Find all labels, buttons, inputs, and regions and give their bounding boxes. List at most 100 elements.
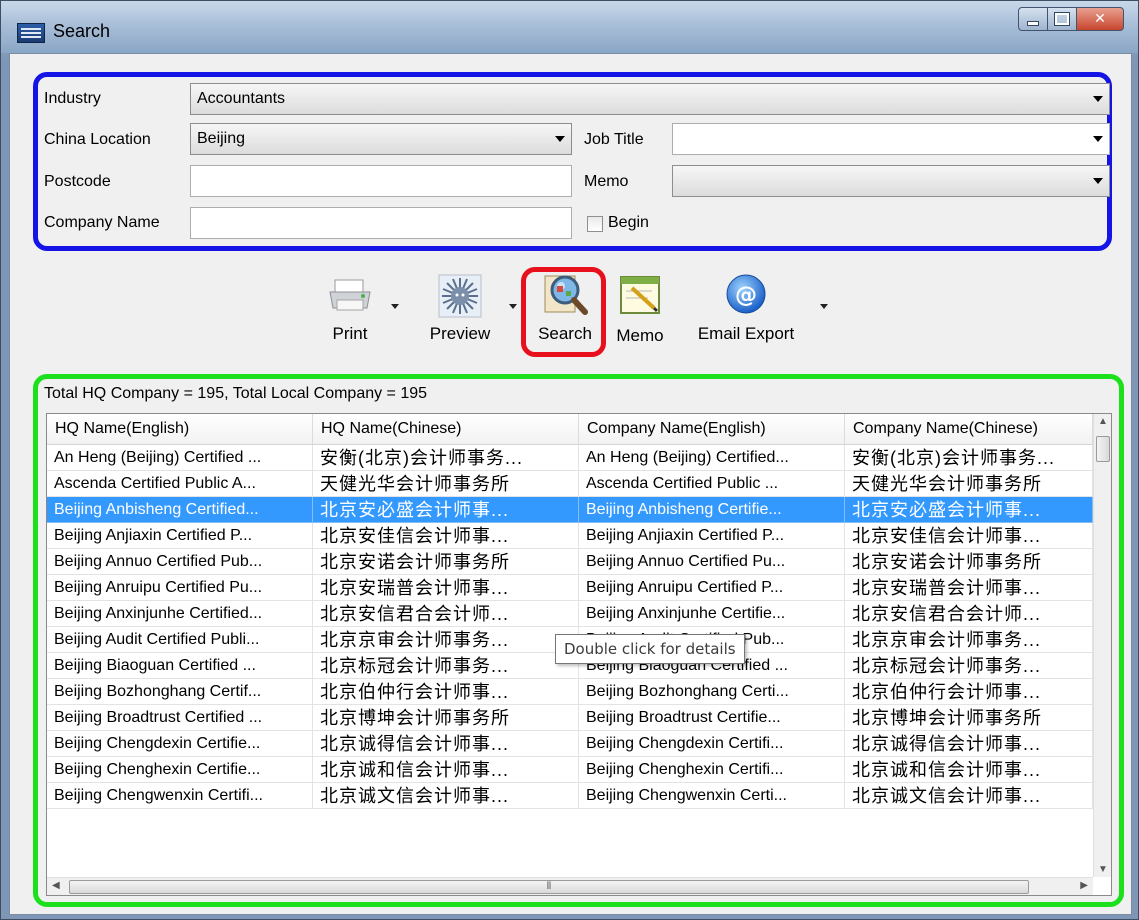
postcode-input[interactable]: [190, 165, 572, 197]
cell-company-chinese: 北京诚得信会计师事...: [845, 731, 1093, 757]
horizontal-scrollbar[interactable]: ◀ ⦀ ▶: [47, 877, 1093, 895]
job-title-label: Job Title: [584, 131, 644, 148]
results-summary: Total HQ Company = 195, Total Local Comp…: [44, 385, 428, 402]
cell-hq-english: Beijing Anjiaxin Certified P...: [47, 523, 313, 549]
column-header-hq-english[interactable]: HQ Name(English): [47, 414, 313, 444]
vertical-scrollbar[interactable]: ▲ ▼: [1093, 414, 1111, 877]
scroll-up-icon[interactable]: ▲: [1098, 416, 1108, 427]
cell-company-chinese: 北京博坤会计师事务所: [845, 705, 1093, 731]
industry-label: Industry: [44, 90, 101, 107]
preview-button[interactable]: Preview: [418, 274, 502, 348]
industry-value: Accountants: [197, 90, 286, 107]
cell-hq-english: An Heng (Beijing) Certified ...: [47, 445, 313, 471]
column-header-company-chinese[interactable]: Company Name(Chinese): [845, 414, 1093, 444]
email-export-dropdown-icon[interactable]: [820, 304, 828, 309]
china-location-value: Beijing: [197, 130, 246, 147]
table-row[interactable]: Beijing Chengdexin Certifie... 北京诚得信会计师事.…: [47, 731, 1093, 757]
preview-dropdown-icon[interactable]: [509, 304, 517, 309]
cell-hq-chinese: 北京诚文信会计师事...: [313, 783, 579, 809]
table-row[interactable]: Ascenda Certified Public A... 天健光华会计师事务所 A…: [47, 471, 1093, 497]
table-row[interactable]: Beijing Annuo Certified Pub... 北京安诺会计师事务所…: [47, 549, 1093, 575]
cell-hq-chinese: 安衡(北京)会计师事务...: [313, 445, 579, 471]
china-location-label: China Location: [44, 131, 151, 148]
cell-company-english: Beijing Anjiaxin Certified P...: [579, 523, 845, 549]
print-dropdown-icon[interactable]: [391, 304, 399, 309]
horizontal-scroll-thumb[interactable]: ⦀: [69, 880, 1029, 894]
cell-hq-english: Beijing Chengwenxin Certifi...: [47, 783, 313, 809]
cell-company-english: Beijing Anxinjunhe Certifie...: [579, 601, 845, 627]
cell-company-chinese: 北京安诺会计师事务所: [845, 549, 1093, 575]
column-header-company-english[interactable]: Company Name(English): [579, 414, 845, 444]
table-row[interactable]: Beijing Chengwenxin Certifi... 北京诚文信会计师事.…: [47, 783, 1093, 809]
title-bar[interactable]: Search ✕: [1, 1, 1138, 53]
scroll-left-icon[interactable]: ◀: [52, 880, 60, 891]
cell-company-english: Beijing Bozhonghang Certi...: [579, 679, 845, 705]
print-label: Print: [332, 324, 368, 343]
scroll-down-icon[interactable]: ▼: [1098, 864, 1108, 875]
client-area: Industry Accountants China Location Beij…: [9, 53, 1132, 915]
cell-hq-english: Beijing Annuo Certified Pub...: [47, 549, 313, 575]
cell-company-chinese: 北京京审会计师事务...: [845, 627, 1093, 653]
memo-select[interactable]: [672, 165, 1110, 197]
cell-company-chinese: 北京安佳信会计师事...: [845, 523, 1093, 549]
memo-button[interactable]: Memo: [608, 274, 672, 352]
cell-hq-english: Beijing Chenghexin Certifie...: [47, 757, 313, 783]
cell-hq-chinese: 北京京审会计师事务...: [313, 627, 579, 653]
company-name-label: Company Name: [44, 214, 160, 231]
cell-hq-english: Beijing Anruipu Certified Pu...: [47, 575, 313, 601]
cell-company-english: Beijing Anruipu Certified P...: [579, 575, 845, 601]
memo-tool-label: Memo: [616, 326, 664, 345]
close-button[interactable]: ✕: [1077, 7, 1124, 31]
maximize-button[interactable]: [1048, 7, 1077, 31]
print-button[interactable]: Print: [320, 276, 380, 348]
vertical-scroll-thumb[interactable]: [1096, 436, 1110, 462]
table-row[interactable]: Beijing Anxinjunhe Certified... 北京安信君合会计师…: [47, 601, 1093, 627]
memo-label: Memo: [584, 173, 629, 190]
table-row[interactable]: Beijing Anruipu Certified Pu... 北京安瑞普会计师事…: [47, 575, 1093, 601]
cell-company-chinese: 北京安信君合会计师...: [845, 601, 1093, 627]
cell-company-chinese: 北京诚文信会计师事...: [845, 783, 1093, 809]
minimize-icon: [1027, 20, 1039, 26]
chevron-down-icon: [555, 136, 565, 142]
cell-hq-chinese: 北京诚得信会计师事...: [313, 731, 579, 757]
search-button-highlight: [521, 267, 606, 357]
cell-company-chinese: 北京伯仲行会计师事...: [845, 679, 1093, 705]
cell-company-english: An Heng (Beijing) Certified...: [579, 445, 845, 471]
cell-company-chinese: 北京安瑞普会计师事...: [845, 575, 1093, 601]
job-title-select[interactable]: [672, 123, 1110, 155]
industry-select[interactable]: Accountants: [190, 83, 1110, 115]
column-header-hq-chinese[interactable]: HQ Name(Chinese): [313, 414, 579, 444]
cell-hq-chinese: 北京安瑞普会计师事...: [313, 575, 579, 601]
cell-hq-english: Beijing Anxinjunhe Certified...: [47, 601, 313, 627]
email-export-button[interactable]: @ Email Export: [684, 272, 808, 352]
table-row[interactable]: Beijing Broadtrust Certified ... 北京博坤会计师事…: [47, 705, 1093, 731]
table-row[interactable]: Beijing Anjiaxin Certified P... 北京安佳信会计师事…: [47, 523, 1093, 549]
table-row[interactable]: Beijing Anbisheng Certified... 北京安必盛会计师事.…: [47, 497, 1093, 523]
begin-checkbox[interactable]: [587, 216, 603, 232]
cell-company-english: Beijing Broadtrust Certifie...: [579, 705, 845, 731]
close-icon: ✕: [1094, 11, 1106, 27]
minimize-button[interactable]: [1018, 7, 1048, 31]
cell-company-chinese: 北京标冠会计师事务...: [845, 653, 1093, 679]
chevron-down-icon: [1093, 136, 1103, 142]
email-export-label: Email Export: [697, 324, 795, 343]
chevron-down-icon: [1093, 96, 1103, 102]
cell-company-chinese: 安衡(北京)会计师事务...: [845, 445, 1093, 471]
svg-text:@: @: [735, 283, 757, 308]
cell-hq-english: Ascenda Certified Public A...: [47, 471, 313, 497]
table-row[interactable]: Beijing Bozhonghang Certif... 北京伯仲行会计师事..…: [47, 679, 1093, 705]
cell-company-english: Beijing Chengwenxin Certi...: [579, 783, 845, 809]
cell-company-english: Beijing Chenghexin Certifi...: [579, 757, 845, 783]
china-location-select[interactable]: Beijing: [190, 123, 572, 155]
cell-hq-chinese: 北京安佳信会计师事...: [313, 523, 579, 549]
cell-company-english: Beijing Anbisheng Certifie...: [579, 497, 845, 523]
maximize-icon: [1054, 12, 1070, 26]
cell-hq-chinese: 北京标冠会计师事务...: [313, 653, 579, 679]
cell-hq-english: Beijing Broadtrust Certified ...: [47, 705, 313, 731]
window-title: Search: [53, 21, 111, 41]
scroll-right-icon[interactable]: ▶: [1080, 880, 1088, 891]
company-name-input[interactable]: [190, 207, 572, 239]
row-tooltip: Double click for details: [555, 634, 745, 664]
table-row[interactable]: Beijing Chenghexin Certifie... 北京诚和信会计师事.…: [47, 757, 1093, 783]
table-row[interactable]: An Heng (Beijing) Certified ... 安衡(北京)会计师…: [47, 445, 1093, 471]
